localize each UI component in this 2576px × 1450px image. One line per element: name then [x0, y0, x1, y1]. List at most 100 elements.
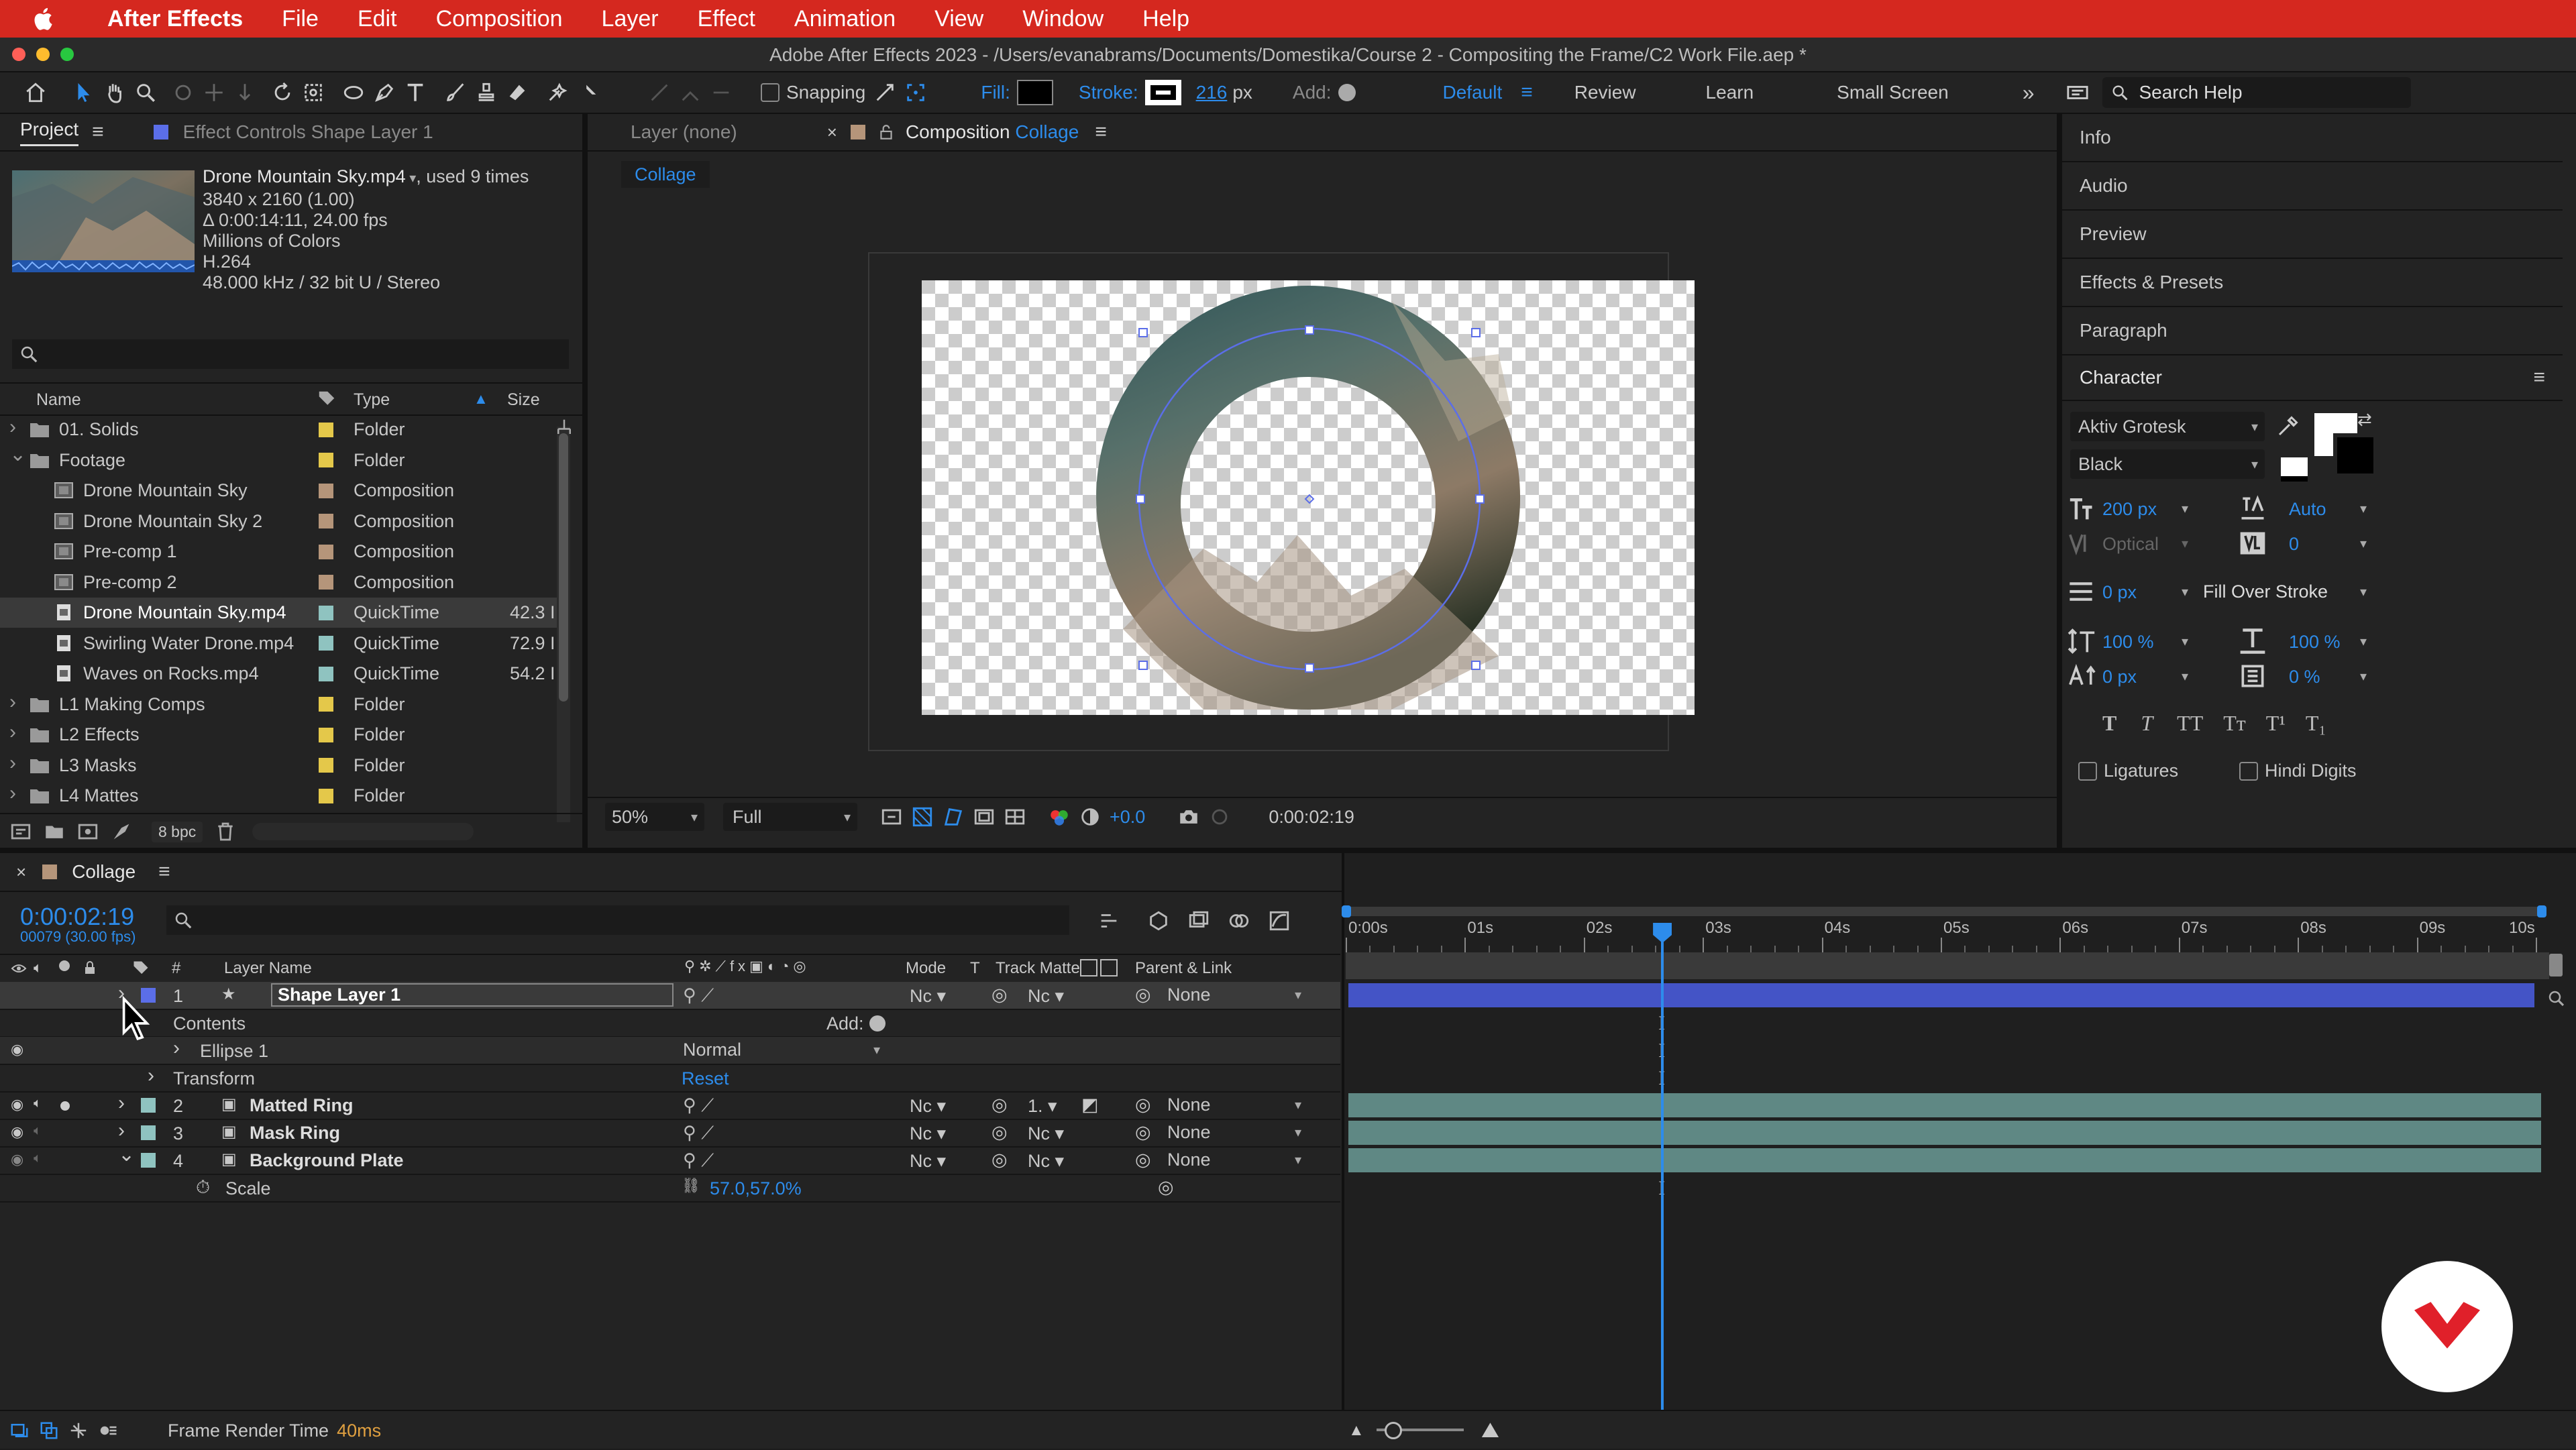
snapshot-icon[interactable] — [1173, 801, 1204, 832]
label-column-icon[interactable] — [131, 959, 150, 978]
project-horizontal-scrollbar[interactable] — [252, 823, 474, 840]
layer-name[interactable]: Background Plate — [250, 1150, 404, 1171]
mask-visibility-icon[interactable] — [938, 801, 969, 832]
video-visibility-icon[interactable]: ◉ — [11, 1123, 23, 1141]
project-item-row[interactable]: Drone Mountain Sky 2 Composition — [0, 506, 557, 537]
viewer-menu-icon[interactable]: ≡ — [1095, 121, 1107, 144]
ligatures-checkbox[interactable] — [2078, 762, 2097, 781]
apple-icon[interactable] — [31, 6, 54, 32]
baseline-shift-value[interactable]: 0 px — [2102, 667, 2137, 687]
layer-label-color[interactable] — [141, 1153, 156, 1168]
tsume-dropdown-arrow[interactable]: ▾ — [2360, 668, 2367, 685]
col-mode-header[interactable]: Mode — [906, 959, 946, 978]
graph-editor-icon[interactable] — [1264, 905, 1295, 936]
axis-view-icon[interactable] — [706, 77, 737, 108]
leading-dropdown-arrow[interactable]: ▾ — [2360, 500, 2367, 517]
motion-blur-toggle-icon[interactable] — [98, 1420, 118, 1441]
project-item-row[interactable]: Pre-comp 1 Composition — [0, 537, 557, 567]
dolly-camera-icon[interactable] — [229, 77, 260, 108]
layer-label-color[interactable] — [141, 1098, 156, 1113]
new-composition-icon[interactable] — [76, 820, 99, 843]
snapping-checkbox[interactable] — [761, 83, 780, 102]
project-folder-row[interactable]: › L4 Mattes Folder — [0, 781, 557, 811]
font-size-value[interactable]: 200 px — [2102, 499, 2157, 520]
layer-label-color[interactable] — [141, 1125, 156, 1140]
faux-italic-button[interactable]: T — [2141, 711, 2153, 736]
label-color-swatch[interactable] — [319, 422, 333, 437]
stroke-width-dropdown-arrow[interactable]: ▾ — [2182, 583, 2188, 600]
zoom-dropdown[interactable]: 50% ▾ — [605, 803, 704, 831]
time-zoom-slider-thumb[interactable] — [1385, 1422, 1402, 1439]
show-snapshot-icon[interactable] — [1204, 801, 1235, 832]
layer-row[interactable]: ◉ 🔈︎ › 2 ▣ Matted Ring ⚲ ⟋ Nc ▾ ◎ 1. ▾ ◩ ◎ None ▾ — [0, 1092, 1340, 1120]
expand-modes-icon[interactable] — [39, 1420, 59, 1441]
keyframe-nav-icon[interactable] — [2546, 989, 2567, 1009]
pen-tool-icon[interactable] — [369, 77, 400, 108]
draft-3d-icon[interactable] — [1143, 905, 1174, 936]
project-scrollbar-thumb[interactable] — [559, 433, 568, 702]
track-matte-dropdown[interactable]: Nc ▾ — [1028, 1123, 1064, 1144]
project-folder-row[interactable]: › L3 Masks Folder — [0, 750, 557, 781]
puppet-pin-icon[interactable] — [573, 77, 604, 108]
clone-stamp-icon[interactable] — [471, 77, 502, 108]
solo-column-icon[interactable] — [59, 960, 70, 971]
interpret-footage-icon[interactable] — [9, 820, 32, 843]
group-blend-mode-dropdown[interactable]: Normal ▾ — [683, 1038, 880, 1061]
tsume-value[interactable]: 0 % — [2289, 667, 2320, 687]
col-t-header[interactable]: T — [970, 959, 980, 978]
stroke-mode-dropdown[interactable]: Fill Over Stroke ▾ — [2196, 577, 2373, 606]
grid-guides-icon[interactable] — [1000, 801, 1030, 832]
video-visibility-icon[interactable]: ◉ — [11, 1151, 23, 1168]
parent-dropdown[interactable]: None ▾ — [1167, 983, 1301, 1006]
tab-layer[interactable]: Layer (none) — [631, 121, 737, 143]
parent-pickwhip-icon[interactable]: ◎ — [1135, 1095, 1151, 1115]
constrain-proportions-icon[interactable]: ⛓︎ — [682, 1177, 700, 1194]
pan-camera-icon[interactable] — [199, 77, 229, 108]
lock-column-icon[interactable] — [82, 959, 98, 977]
label-color-swatch[interactable] — [319, 666, 333, 681]
baseline-shift-dropdown-arrow[interactable]: ▾ — [2182, 668, 2188, 685]
label-color-swatch[interactable] — [319, 483, 333, 498]
layer-row[interactable]: ◉ 🔈︎ › 3 ▣ Mask Ring ⚲ ⟋ Nc ▾ ◎ Nc ▾ ◎ None ▾ — [0, 1119, 1340, 1148]
panel-divider[interactable] — [582, 114, 588, 848]
kerning-dropdown-arrow[interactable]: ▾ — [2182, 535, 2188, 552]
reset-exposure-icon[interactable] — [1075, 801, 1106, 832]
resolution-dropdown[interactable]: Full ▾ — [723, 803, 857, 831]
label-color-swatch[interactable] — [319, 575, 333, 590]
expand-group-icon[interactable]: › — [173, 1037, 180, 1060]
ellipse-group-label[interactable]: Ellipse 1 — [200, 1041, 268, 1062]
info-panel-header[interactable]: Info — [2062, 114, 2563, 162]
layer-name[interactable]: Mask Ring — [250, 1123, 340, 1144]
orbit-camera-icon[interactable] — [168, 77, 199, 108]
add-menu-icon[interactable] — [1338, 84, 1356, 101]
track-matte-pickwhip-icon[interactable]: ◎ — [991, 1150, 1008, 1170]
track-matte-pickwhip-icon[interactable]: ◎ — [991, 985, 1008, 1005]
trash-icon[interactable] — [215, 821, 236, 842]
stroke-width-value[interactable]: 216 — [1196, 82, 1228, 103]
eraser-tool-icon[interactable] — [502, 77, 533, 108]
render-settings-icon[interactable] — [110, 820, 133, 843]
tracking-value[interactable]: 0 — [2289, 534, 2299, 555]
tab-effect-controls[interactable]: Effect Controls Shape Layer 1 — [183, 121, 433, 143]
vertical-scale-value[interactable]: 100 % — [2102, 632, 2154, 653]
layer-switches[interactable]: ⚲ ⟋ — [683, 985, 714, 1007]
menu-composition[interactable]: Composition — [436, 6, 563, 32]
horizontal-scale-dropdown-arrow[interactable]: ▾ — [2360, 633, 2367, 650]
time-navigator[interactable] — [1342, 905, 2546, 917]
work-area-bar[interactable] — [1346, 952, 2549, 979]
layer-switches[interactable]: ⚲ ⟋ — [683, 1095, 714, 1117]
playhead[interactable] — [1653, 923, 1672, 1410]
effects-presets-panel-header[interactable]: Effects & Presets — [2062, 259, 2563, 307]
exposure-value[interactable]: +0.0 — [1110, 807, 1145, 828]
alpha-matte-icon[interactable]: ◩ — [1081, 1095, 1099, 1115]
expand-folder-icon[interactable]: › — [9, 752, 16, 775]
menu-help[interactable]: Help — [1142, 6, 1189, 32]
project-folder-row[interactable]: › L2 Effects Folder — [0, 720, 557, 750]
layer-duration-bar[interactable] — [1348, 1121, 2541, 1145]
expand-folder-icon[interactable]: › — [9, 416, 16, 439]
workspace-small-screen[interactable]: Small Screen — [1837, 82, 1949, 103]
menu-file[interactable]: File — [282, 6, 319, 32]
workspace-review[interactable]: Review — [1574, 82, 1636, 103]
switches-column-icons[interactable]: ⚲✲⟋fx▣◐◔◎ — [684, 958, 810, 975]
superscript-button[interactable]: T¹ — [2266, 711, 2286, 736]
